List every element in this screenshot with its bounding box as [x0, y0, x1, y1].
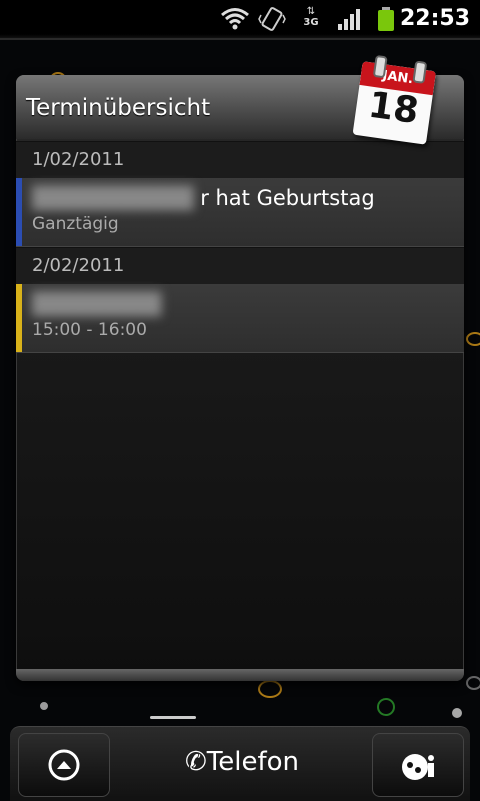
widget-footer [16, 669, 464, 681]
calendar-widget[interactable]: Terminübersicht 1/02/2011 ██████████ r h… [16, 75, 464, 681]
drawer-handle [150, 716, 196, 719]
redacted-text: ██████████ [32, 186, 194, 210]
battery-icon [378, 7, 394, 31]
bokeh-dot [466, 332, 480, 346]
wifi-icon [221, 8, 249, 30]
event-item[interactable]: ██████████ r hat Geburtstag Ganztägig [16, 178, 464, 247]
bokeh-dot [466, 676, 480, 690]
event-title: ██████████ r hat Geburtstag [32, 186, 375, 210]
up-arrow-icon [48, 749, 80, 781]
clock: 22:53 [399, 6, 470, 31]
phone-label: Telefon [206, 747, 300, 777]
bokeh-dot [258, 680, 282, 698]
bokeh-dot [377, 698, 395, 716]
contacts-button[interactable] [372, 733, 464, 797]
data-arrows-icon: ⇅ [306, 6, 316, 17]
signal-icon [338, 9, 360, 30]
phone-icon: ✆ [185, 747, 207, 777]
date-label: 2/02/2011 [32, 255, 125, 276]
status-bar: ⇅ 3G 22:53 [0, 0, 480, 40]
event-color-bar [16, 284, 22, 352]
contacts-icon [402, 754, 434, 780]
app-drawer-button[interactable] [18, 733, 110, 797]
event-time: Ganztägig [32, 214, 119, 234]
widget-title: Terminübersicht [26, 95, 211, 121]
event-color-bar [16, 178, 22, 246]
network-label: 3G [303, 17, 319, 28]
date-label: 1/02/2011 [32, 149, 125, 170]
bokeh-dot [40, 702, 48, 710]
calendar-date-icon[interactable]: JAN. 18 [346, 46, 444, 149]
date-header: 2/02/2011 [16, 247, 464, 285]
event-time: 15:00 - 16:00 [32, 320, 147, 340]
3g-data-icon: ⇅ 3G [300, 6, 322, 32]
phone-button[interactable]: ✆Telefon [185, 747, 299, 777]
vibrate-icon [258, 7, 286, 31]
event-item[interactable]: ████████ 15:00 - 16:00 [16, 284, 464, 353]
event-title: ████████ [32, 292, 161, 316]
date-header: 1/02/2011 [16, 141, 464, 179]
bokeh-dot [452, 708, 462, 718]
redacted-text: ████████ [32, 292, 162, 316]
event-title-text: r hat Geburtstag [200, 186, 375, 210]
dock: ✆Telefon [10, 726, 470, 801]
